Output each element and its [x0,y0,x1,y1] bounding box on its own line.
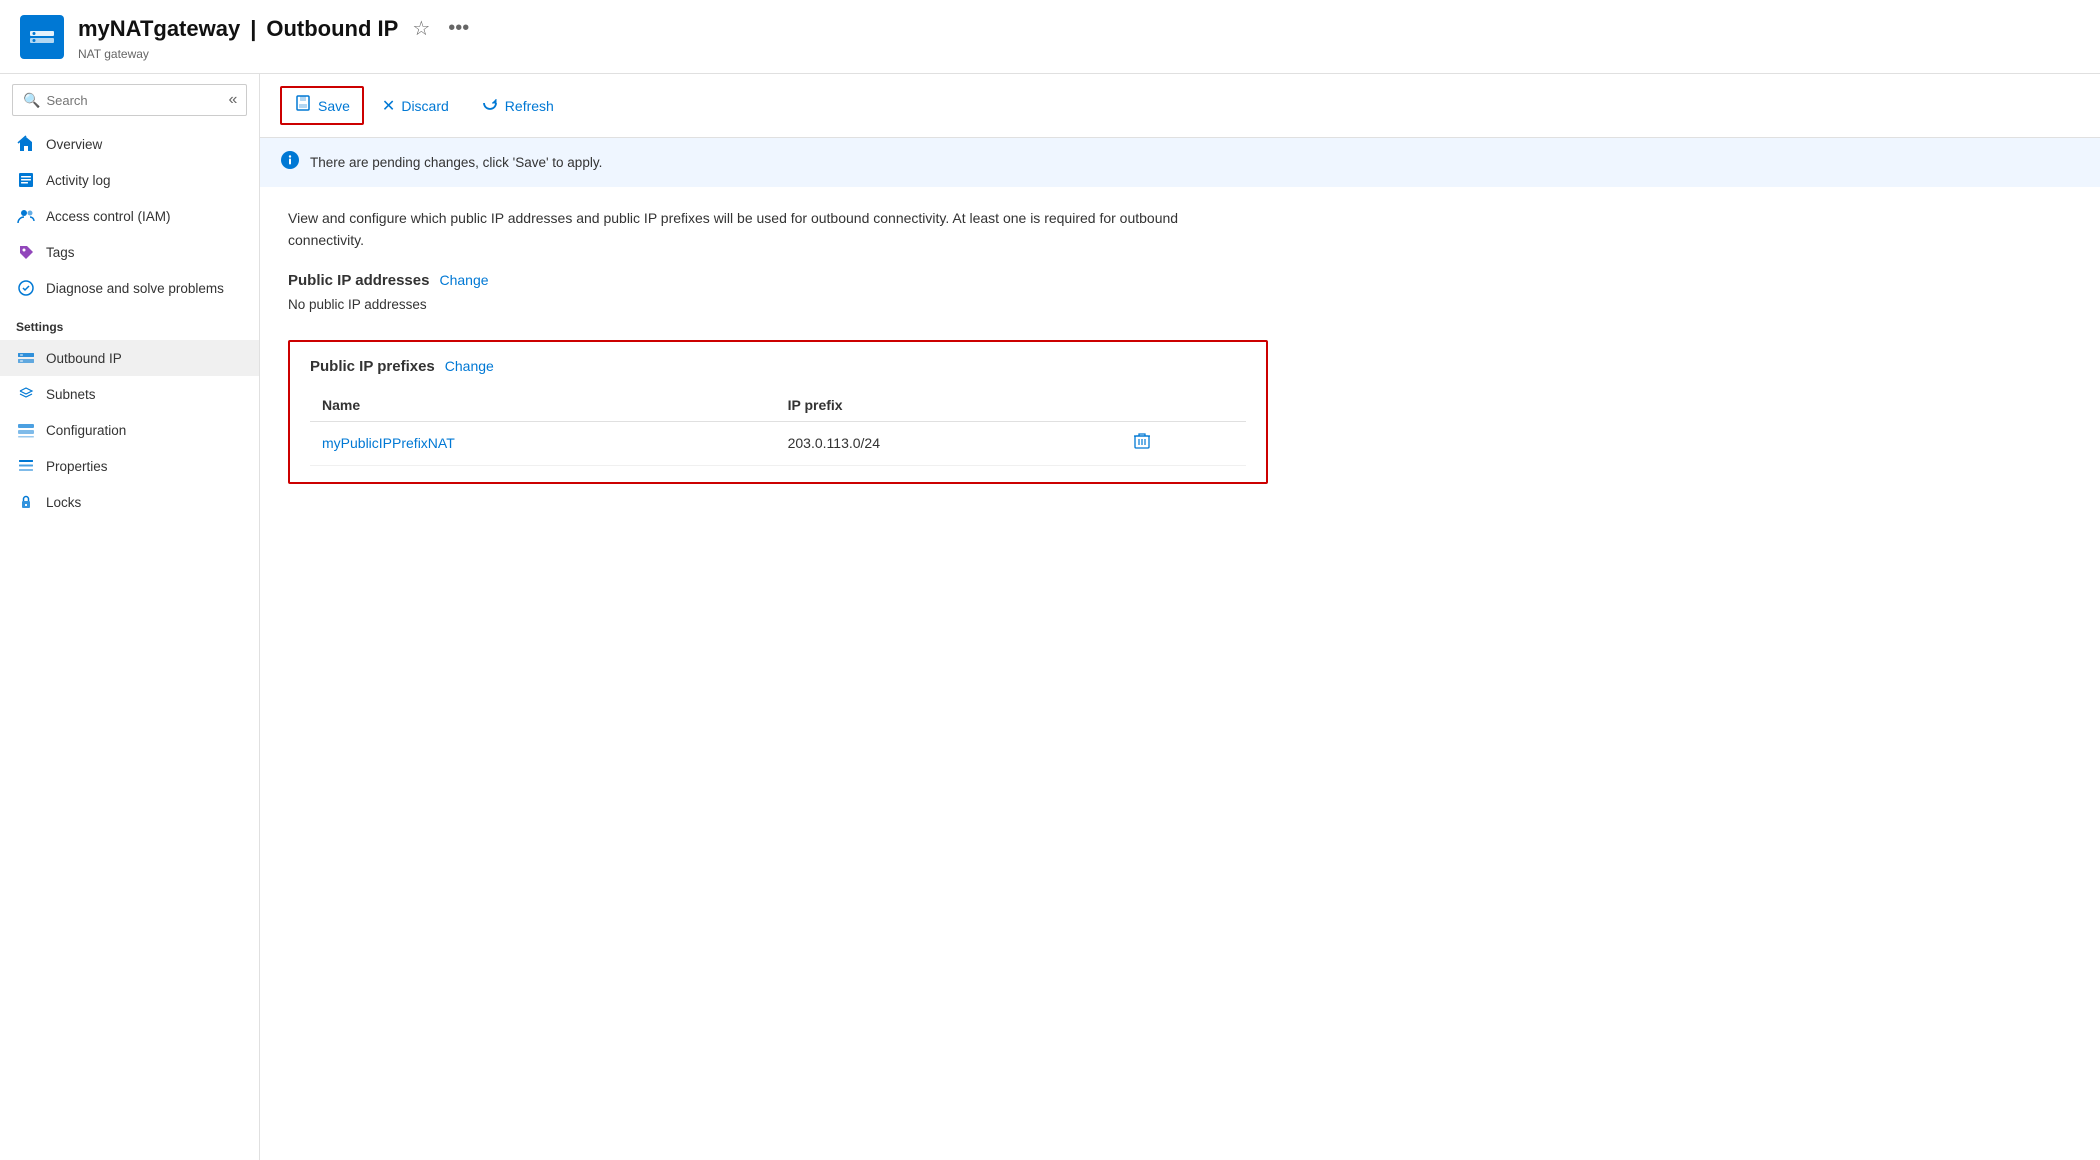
row-delete-action [1121,421,1246,465]
sidebar: 🔍 « Overview Activity log Access control… [0,74,260,1160]
sidebar-item-iam[interactable]: Access control (IAM) [0,198,259,234]
discard-icon: ✕ [382,96,395,116]
public-ip-prefixes-heading-text: Public IP prefixes [310,358,435,375]
info-icon [280,150,300,175]
sidebar-item-activity-log[interactable]: Activity log [0,162,259,198]
more-options-button[interactable]: ••• [444,13,473,44]
public-ip-prefixes-heading: Public IP prefixes Change [310,358,1246,375]
col-ip-prefix: IP prefix [776,389,1122,422]
title-separator: | [250,16,256,42]
outbound-ip-icon [16,348,36,368]
content-area: Save ✕ Discard Refresh There are pending… [260,74,2100,1160]
sidebar-item-tags[interactable]: Tags [0,234,259,270]
resource-type: NAT gateway [78,47,473,61]
search-input[interactable] [46,93,222,108]
iam-icon [16,206,36,226]
sidebar-item-locks[interactable]: Locks [0,484,259,520]
row-ip-prefix: 203.0.113.0/24 [776,421,1122,465]
public-ip-prefixes-section: Public IP prefixes Change Name IP prefix [288,340,1268,484]
sidebar-item-configuration[interactable]: Configuration [0,412,259,448]
settings-section-label: Settings [0,306,259,340]
header-title-group: myNATgateway | Outbound IP ☆ ••• NAT gat… [78,12,473,61]
refresh-button[interactable]: Refresh [467,86,568,125]
search-box[interactable]: 🔍 « [12,84,247,116]
toolbar: Save ✕ Discard Refresh [260,74,2100,138]
collapse-button[interactable]: « [228,91,237,109]
ip-prefixes-table: Name IP prefix myPublicIPPrefixNAT 203.0… [310,389,1246,466]
sidebar-item-properties[interactable]: Properties [0,448,259,484]
sidebar-item-configuration-label: Configuration [46,423,126,438]
activity-log-icon [16,170,36,190]
public-ip-prefixes-change-link[interactable]: Change [445,358,494,374]
properties-icon [16,456,36,476]
sidebar-item-overview[interactable]: Overview [0,126,259,162]
header-title: myNATgateway | Outbound IP ☆ ••• [78,12,473,45]
page-header: myNATgateway | Outbound IP ☆ ••• NAT gat… [0,0,2100,74]
prefix-name-link[interactable]: myPublicIPPrefixNAT [322,435,455,451]
locks-icon [16,492,36,512]
refresh-label: Refresh [505,98,554,114]
no-public-ip-text: No public IP addresses [288,297,2072,312]
configuration-icon [16,420,36,440]
sidebar-item-subnets-label: Subnets [46,387,96,402]
sidebar-item-activity-log-label: Activity log [46,173,111,188]
favorite-button[interactable]: ☆ [408,12,434,45]
delete-row-button[interactable] [1133,432,1151,455]
sidebar-item-properties-label: Properties [46,459,108,474]
subnets-icon [16,384,36,404]
sidebar-item-diagnose[interactable]: Diagnose and solve problems [0,270,259,306]
col-actions [1121,389,1246,422]
public-ip-change-link[interactable]: Change [439,272,488,288]
col-name: Name [310,389,776,422]
info-banner: There are pending changes, click 'Save' … [260,138,2100,187]
sidebar-item-outbound-ip[interactable]: Outbound IP [0,340,259,376]
sidebar-item-tags-label: Tags [46,245,75,260]
tags-icon [16,242,36,262]
discard-label: Discard [401,98,448,114]
save-label: Save [318,98,350,114]
public-ip-heading-text: Public IP addresses [288,272,429,289]
save-button[interactable]: Save [280,86,364,125]
resource-name: myNATgateway [78,16,240,42]
public-ip-section-heading: Public IP addresses Change [288,272,2072,289]
page-name: Outbound IP [266,16,398,42]
sidebar-item-diagnose-label: Diagnose and solve problems [46,281,224,296]
search-icon: 🔍 [23,92,40,109]
overview-icon [16,134,36,154]
sidebar-item-overview-label: Overview [46,137,102,152]
resource-icon [20,15,64,59]
discard-button[interactable]: ✕ Discard [368,88,463,124]
page-description: View and configure which public IP addre… [288,207,1188,252]
table-row: myPublicIPPrefixNAT 203.0.113.0/24 [310,421,1246,465]
diagnose-icon [16,278,36,298]
sidebar-item-subnets[interactable]: Subnets [0,376,259,412]
sidebar-item-iam-label: Access control (IAM) [46,209,171,224]
row-name: myPublicIPPrefixNAT [310,421,776,465]
save-icon [294,94,312,117]
sidebar-item-outbound-ip-label: Outbound IP [46,351,122,366]
refresh-icon [481,94,499,117]
content-body: View and configure which public IP addre… [260,187,2100,504]
main-layout: 🔍 « Overview Activity log Access control… [0,74,2100,1160]
sidebar-item-locks-label: Locks [46,495,81,510]
info-banner-message: There are pending changes, click 'Save' … [310,155,602,170]
